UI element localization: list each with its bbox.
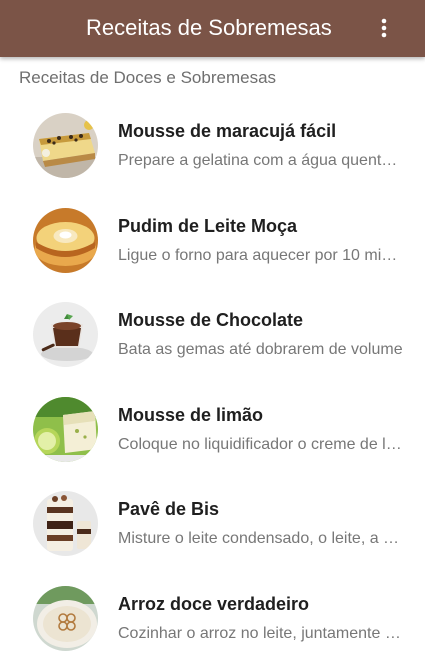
recipe-thumbnail: [33, 113, 98, 178]
list-item[interactable]: Pudim de Leite Moça Ligue o forno para a…: [0, 179, 425, 274]
recipe-thumbnail: [33, 207, 98, 273]
overflow-menu-button[interactable]: [371, 12, 397, 44]
recipe-title: Arroz doce verdadeiro: [118, 593, 310, 614]
list-item[interactable]: Arroz doce verdadeiro Cozinhar o arroz n…: [0, 557, 425, 652]
list-item[interactable]: Mousse de maracujá fácil Prepare a gelat…: [0, 84, 425, 179]
list-item[interactable]: Mousse de limão Coloque no liquidificado…: [0, 368, 425, 463]
recipe-description: Misture o leite condensado, o leite, a m…: [118, 530, 406, 547]
recipe-title: Mousse de limão: [118, 404, 264, 425]
recipe-list: Mousse de maracujá fácil Prepare a gelat…: [0, 84, 425, 651]
recipe-description: Coloque no liquidificador o creme de lei…: [118, 435, 406, 453]
passion-fruit-mousse-photo: [33, 113, 98, 178]
more-vert-icon: [381, 18, 387, 38]
app-bar: Receitas de Sobremesas: [0, 0, 425, 57]
list-item[interactable]: Pavê de Bis Misture o leite condensado, …: [0, 462, 425, 557]
recipe-description: Prepare a gelatina com a água quente con…: [118, 152, 406, 169]
recipe-description: Bata as gemas até dobrarem de volume: [118, 341, 403, 358]
app-screen: Receitas de Sobremesas Receitas de Doces…: [0, 0, 425, 655]
app-title: Receitas de Sobremesas: [86, 15, 332, 40]
rice-pudding-photo: [33, 585, 98, 651]
recipe-description: Ligue o forno para aquecer por 10 minuto…: [118, 246, 406, 264]
recipe-thumbnail: [33, 396, 98, 462]
bis-pave-photo: [33, 491, 98, 556]
list-item[interactable]: Mousse de Chocolate Bata as gemas até do…: [0, 273, 425, 368]
recipe-thumbnail: [33, 585, 98, 651]
recipe-description: Cozinhar o arroz no leite, juntamente co…: [118, 624, 406, 642]
recipe-title: Mousse de maracujá fácil: [118, 121, 337, 141]
recipe-title: Pavê de Bis: [118, 499, 220, 519]
recipe-thumbnail: [33, 491, 98, 556]
lemon-mousse-photo: [33, 396, 98, 462]
flan-pudding-photo: [33, 207, 98, 273]
recipe-title: Pudim de Leite Moça: [118, 215, 298, 236]
chocolate-mousse-photo: [33, 302, 98, 367]
recipe-title: Mousse de Chocolate: [118, 310, 304, 330]
recipe-thumbnail: [33, 302, 98, 367]
